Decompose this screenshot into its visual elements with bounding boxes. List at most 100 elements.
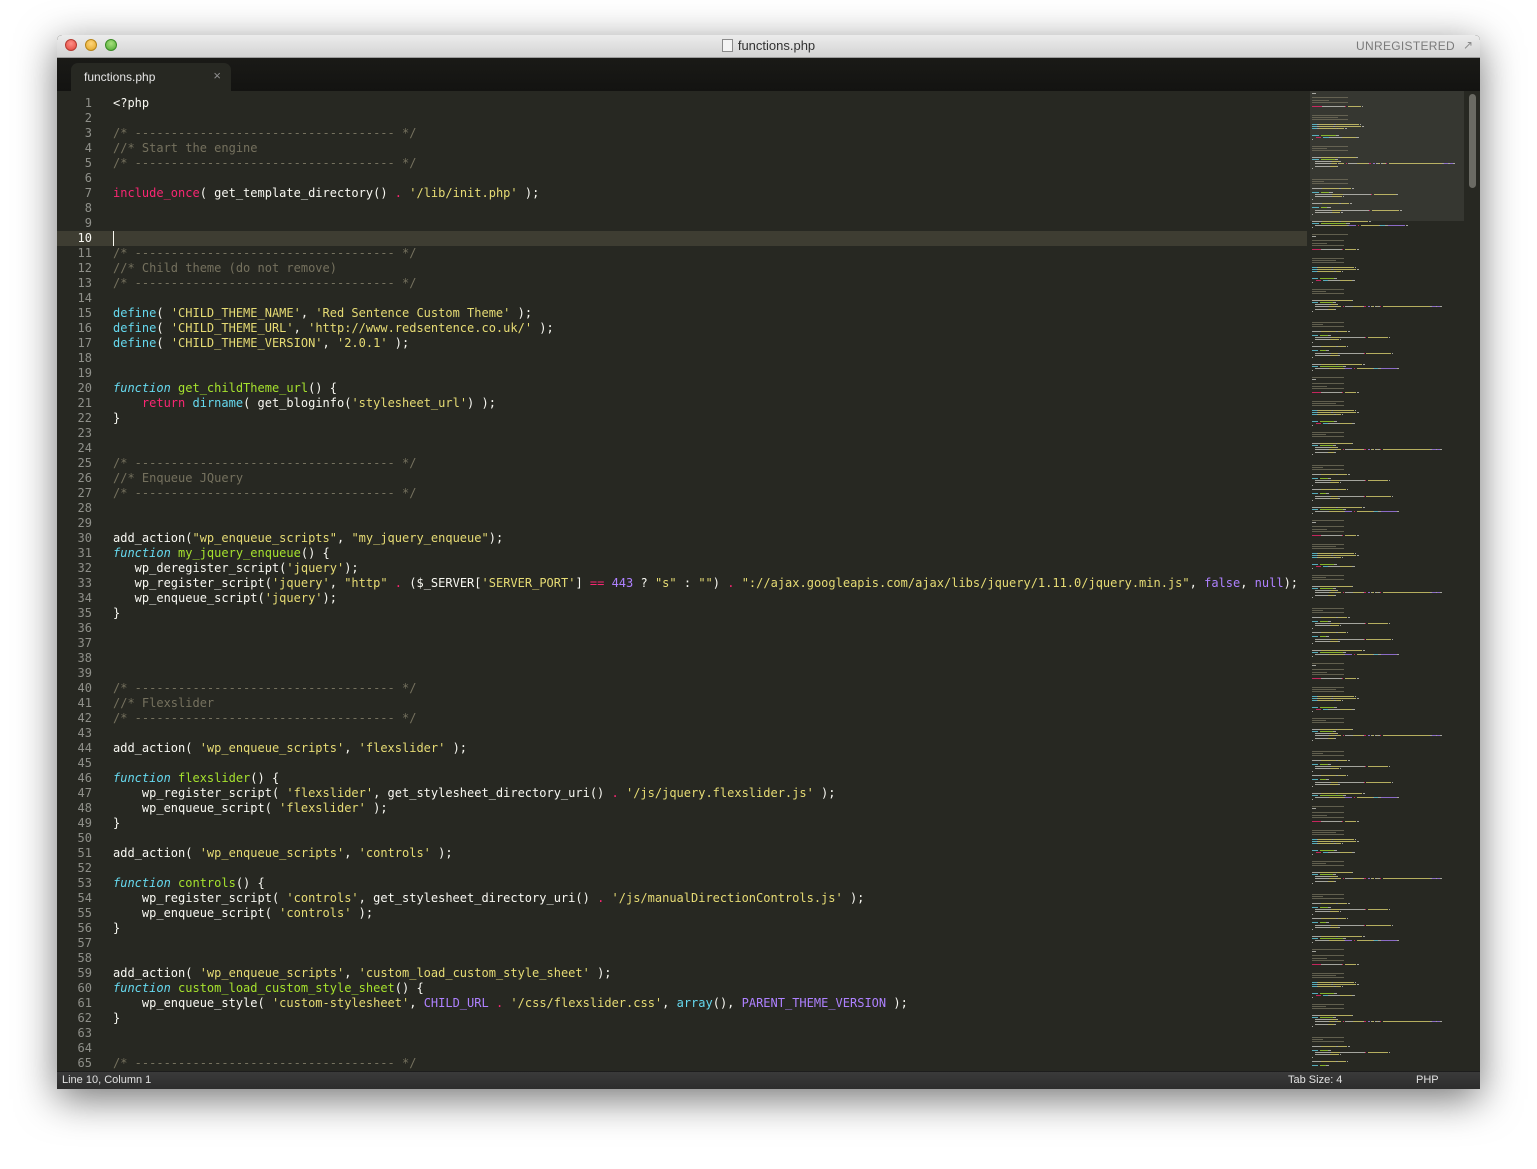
close-icon[interactable]: ×	[213, 68, 221, 83]
line-number: 17	[77, 336, 92, 350]
code-token: , get_stylesheet_directory_uri()	[358, 891, 598, 905]
code-token: 'CHILD_THEME_NAME'	[170, 306, 301, 320]
code-token: "s"	[654, 576, 677, 590]
code-token: controls	[178, 876, 236, 890]
code-token: );	[517, 186, 540, 200]
code-token: 'flexslider'	[358, 741, 446, 755]
code-token: ,	[409, 996, 424, 1010]
code-token: /* ------------------------------------ …	[113, 681, 417, 695]
code-token: ""	[698, 576, 713, 590]
line-number: 34	[77, 591, 92, 605]
code-line: return dirname( get_bloginfo('stylesheet…	[113, 396, 496, 411]
code-token: dirname	[192, 396, 244, 410]
code-token: 'Red Sentence Custom Theme'	[315, 306, 511, 320]
code-token: 443	[611, 576, 634, 590]
code-token: ,	[322, 336, 337, 350]
code-token: function	[113, 876, 171, 890]
code-token: add_action(	[113, 846, 200, 860]
scrollbar-thumb[interactable]	[1469, 94, 1476, 188]
line-number: 42	[77, 711, 92, 725]
code-line: function flexslider() {	[113, 771, 279, 786]
code-token: 'CHILD_THEME_URL'	[170, 321, 294, 335]
minimap[interactable]	[1310, 91, 1466, 1071]
code-line: define( 'CHILD_THEME_VERSION', '2.0.1' )…	[113, 336, 409, 351]
code-token: function	[113, 981, 171, 995]
code-token: '/css/flexslider.css'	[510, 996, 663, 1010]
code-token: <?php	[113, 96, 150, 110]
code-token: get_childTheme_url	[178, 381, 309, 395]
code-token: );	[488, 531, 504, 545]
code-line: //* Flexslider	[113, 696, 214, 711]
line-number: 60	[77, 981, 92, 995]
line-number: 50	[77, 831, 92, 845]
code-token: 'wp_enqueue_scripts'	[199, 966, 345, 980]
code-token: (	[156, 336, 171, 350]
code-token: ,	[1189, 576, 1205, 590]
line-number: 59	[77, 966, 92, 980]
code-line: function controls() {	[113, 876, 265, 891]
code-token: /* ------------------------------------ …	[113, 126, 417, 140]
code-line: }	[113, 1011, 120, 1026]
code-token: );	[445, 741, 468, 755]
code-token: ,	[336, 531, 352, 545]
code-token: );	[322, 591, 337, 605]
code-token: );	[589, 966, 612, 980]
line-number: 62	[77, 1011, 92, 1025]
code-token: (	[156, 306, 171, 320]
code-token: CHILD_URL	[423, 996, 489, 1010]
line-number: 9	[84, 216, 92, 230]
code-token: ,	[662, 996, 677, 1010]
code-token: my_jquery_enqueue	[178, 546, 301, 560]
code-token: '/lib/init.php'	[409, 186, 518, 200]
line-number: 16	[77, 321, 92, 335]
code-token: wp_register_script(	[113, 891, 287, 905]
title-bar[interactable]: functions.php UNREGISTERED ↗	[57, 35, 1480, 58]
line-number: 64	[77, 1041, 92, 1055]
code-token: ?	[633, 576, 655, 590]
code-token: (),	[712, 996, 742, 1010]
line-number: 31	[77, 546, 92, 560]
code-line: wp_deregister_script('jquery');	[113, 561, 359, 576]
code-token: /* ------------------------------------ …	[113, 246, 417, 260]
tab-size-selector[interactable]: Tab Size: 4	[1288, 1074, 1342, 1086]
code-token: ) );	[467, 396, 496, 410]
code-token: '/js/jquery.flexslider.js'	[625, 786, 814, 800]
code-token: );	[813, 786, 836, 800]
code-token: define	[113, 321, 157, 335]
vertical-scrollbar[interactable]	[1466, 91, 1480, 1071]
line-number-gutter: 1 2 3 4 5 6 7 8 9 10 11 12 13 14 15 16 17 18 19 20 21 22 23 24 2…	[57, 91, 101, 1071]
code-line: /* ------------------------------------ …	[113, 1056, 416, 1071]
tab-functions-php[interactable]: functions.php ×	[71, 63, 231, 91]
code-line: wp_enqueue_script('jquery');	[113, 591, 337, 606]
code-token: wp_register_script(	[113, 576, 272, 590]
code-token: .	[394, 576, 403, 590]
line-number: 53	[77, 876, 92, 890]
code-line: add_action( 'wp_enqueue_scripts', 'flexs…	[113, 741, 467, 756]
code-token: wp_register_script(	[113, 786, 287, 800]
line-number: 20	[77, 381, 92, 395]
code-token: //* Child theme (do not remove)	[113, 261, 337, 275]
code-token: );	[351, 906, 374, 920]
window-title: functions.php	[57, 38, 1480, 53]
text-cursor	[113, 231, 114, 246]
code-token: ,	[329, 576, 345, 590]
code-editor[interactable]: 1 2 3 4 5 6 7 8 9 10 11 12 13 14 15 16 17 18 19 20 21 22 23 24 2…	[57, 91, 1480, 1071]
code-line: }	[113, 921, 120, 936]
expand-arrows-icon[interactable]: ↗	[1461, 38, 1475, 52]
code-area[interactable]: <?php /* --------------------------------…	[113, 91, 1313, 1071]
line-number: 2	[84, 111, 92, 125]
line-number: 19	[77, 366, 92, 380]
line-number: 55	[77, 906, 92, 920]
code-token: /* ------------------------------------ …	[113, 156, 417, 170]
syntax-selector[interactable]: PHP	[1416, 1074, 1439, 1086]
line-number: 27	[77, 486, 92, 500]
code-token: 'controls'	[286, 891, 359, 905]
code-line: define( 'CHILD_THEME_NAME', 'Red Sentenc…	[113, 306, 532, 321]
code-token: }	[113, 921, 121, 935]
line-number: 46	[77, 771, 92, 785]
code-line: /* ------------------------------------ …	[113, 486, 416, 501]
code-token: 'http://www.redsentence.co.uk/'	[308, 321, 533, 335]
